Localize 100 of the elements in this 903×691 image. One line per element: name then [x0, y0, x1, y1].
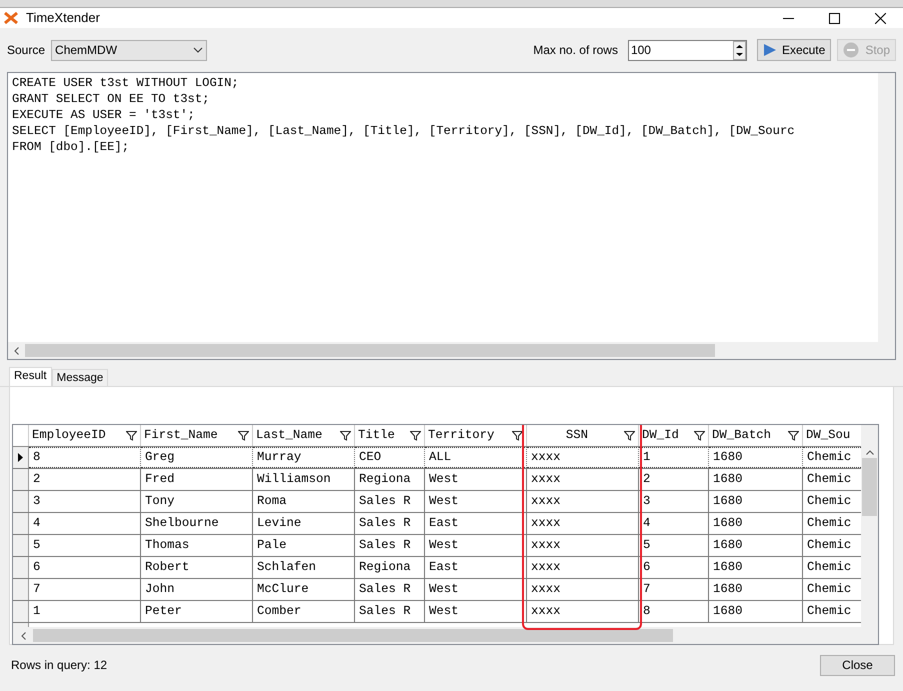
- table-cell: West: [425, 601, 527, 622]
- max-rows-field[interactable]: 100: [628, 40, 747, 60]
- code-line: CREATE USER t3st WITHOUT LOGIN;: [12, 75, 239, 91]
- table-cell: West: [425, 469, 527, 490]
- table-cell: xxxx: [527, 557, 639, 578]
- table-cell: xxxx: [527, 513, 639, 534]
- source-dropdown[interactable]: ChemMDW: [51, 40, 208, 60]
- table-cell: 3: [29, 491, 141, 512]
- table-cell: 1: [29, 601, 141, 622]
- column-header[interactable]: EmployeeID: [29, 425, 141, 446]
- chevron-left-icon[interactable]: [20, 632, 26, 640]
- horizontal-scrollbar[interactable]: [13, 627, 878, 644]
- spinner-icon[interactable]: [732, 40, 746, 60]
- execute-button[interactable]: Execute: [756, 39, 832, 61]
- column-header[interactable]: Title: [355, 425, 425, 446]
- table-cell: 5: [639, 535, 709, 556]
- table-cell: 4: [639, 513, 709, 534]
- maximize-icon: [828, 12, 840, 24]
- vertical-scrollbar[interactable]: [861, 425, 878, 627]
- code-line: EXECUTE AS USER = 't3st';: [12, 107, 195, 123]
- table-cell: 3: [639, 491, 709, 512]
- tab[interactable]: Message: [52, 369, 108, 386]
- table-cell: Roma: [253, 491, 355, 512]
- table-cell: Greg: [141, 447, 253, 468]
- filter-icon: [340, 430, 351, 440]
- table-cell: Sales R: [355, 579, 425, 600]
- table-cell: West: [425, 535, 527, 556]
- filter-icon: [624, 430, 635, 440]
- column-header[interactable]: Last_Name: [253, 425, 355, 446]
- table-cell: 1680: [709, 579, 803, 600]
- table-cell: 1680: [709, 469, 803, 490]
- filter-icon: [694, 430, 705, 440]
- x-logo-icon: [4, 12, 18, 24]
- table-cell: Sales R: [355, 491, 425, 512]
- filter-icon: [512, 430, 523, 440]
- filter-icon: [410, 430, 421, 440]
- table-cell: 1680: [709, 447, 803, 468]
- table-cell: Fred: [141, 469, 253, 490]
- table-cell: 5: [29, 535, 141, 556]
- source-label: Source: [7, 42, 46, 59]
- table-cell: 8: [639, 601, 709, 622]
- close-button[interactable]: Close: [820, 654, 895, 676]
- table-cell: Shelbourne: [141, 513, 253, 534]
- table-cell: 2: [29, 469, 141, 490]
- table-cell: Regiona: [355, 557, 425, 578]
- table-cell: Robert: [141, 557, 253, 578]
- table-cell: John: [141, 579, 253, 600]
- tab[interactable]: Result: [9, 367, 52, 386]
- table-cell: West: [425, 491, 527, 512]
- table-cell: 1680: [709, 513, 803, 534]
- code-line: SELECT [EmployeeID], [First_Name], [Last_Name], [Title], [Territory], [SSN], [DW_Id], [DW_Batch], [DW_Sourc: [12, 123, 795, 139]
- chevron-up-icon[interactable]: [866, 450, 874, 455]
- filter-icon: [126, 430, 137, 440]
- row-count-status: Rows in query: 12: [11, 657, 108, 674]
- table-cell: Pale: [253, 535, 355, 556]
- chevron-left-icon[interactable]: [14, 346, 19, 354]
- close-icon: [874, 12, 886, 24]
- table-cell: East: [425, 513, 527, 534]
- horizontal-scrollbar[interactable]: [8, 342, 895, 359]
- filter-icon: [788, 430, 799, 440]
- table-cell: 4: [29, 513, 141, 534]
- table-cell: 1680: [709, 557, 803, 578]
- column-header[interactable]: First_Name: [141, 425, 253, 446]
- column-header[interactable]: Territory: [425, 425, 527, 446]
- table-cell: 1680: [709, 535, 803, 556]
- column-header[interactable]: SSN: [527, 425, 639, 446]
- table-cell: 1680: [709, 491, 803, 512]
- max-rows-label: Max no. of rows: [533, 42, 618, 59]
- column-header[interactable]: DW_Batch: [709, 425, 803, 446]
- window-title: TimeXtender: [26, 9, 100, 28]
- vertical-scrollbar[interactable]: [878, 73, 895, 342]
- table-cell: Levine: [253, 513, 355, 534]
- table-cell: xxxx: [527, 535, 639, 556]
- code-line: FROM [dbo].[EE];: [12, 139, 130, 155]
- table-cell: xxxx: [527, 491, 639, 512]
- table-cell: Sales R: [355, 601, 425, 622]
- table-cell: ALL: [425, 447, 527, 468]
- table-cell: Tony: [141, 491, 253, 512]
- filter-icon: [238, 430, 249, 440]
- table-cell: xxxx: [527, 579, 639, 600]
- table-cell: Thomas: [141, 535, 253, 556]
- chevron-down-icon: [193, 47, 204, 53]
- table-cell: Williamson: [253, 469, 355, 490]
- table-cell: Comber: [253, 601, 355, 622]
- sql-editor[interactable]: [7, 72, 896, 360]
- table-cell: Schlafen: [253, 557, 355, 578]
- table-cell: 2: [639, 469, 709, 490]
- table-cell: McClure: [253, 579, 355, 600]
- table-cell: 1680: [709, 601, 803, 622]
- table-cell: West: [425, 579, 527, 600]
- row-header[interactable]: [13, 447, 29, 468]
- code-line: GRANT SELECT ON EE TO t3st;: [12, 91, 210, 107]
- table-cell: Sales R: [355, 513, 425, 534]
- table-cell: xxxx: [527, 601, 639, 622]
- table-cell: Peter: [141, 601, 253, 622]
- table-cell: East: [425, 557, 527, 578]
- table-cell: xxxx: [527, 447, 639, 468]
- table-cell: Sales R: [355, 535, 425, 556]
- table-cell: 1: [639, 447, 709, 468]
- column-header[interactable]: DW_Id: [639, 425, 709, 446]
